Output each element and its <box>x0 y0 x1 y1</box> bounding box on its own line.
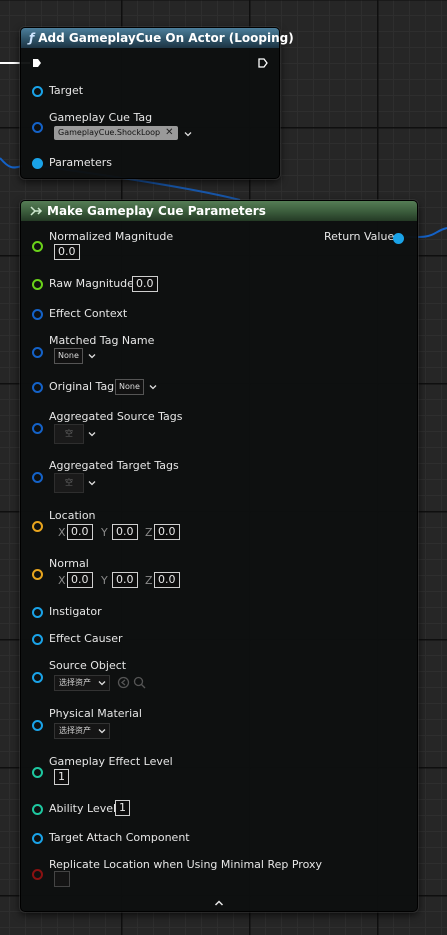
location-y-input[interactable]: 0.0 <box>112 524 138 540</box>
source-object-label: Source Object <box>49 659 127 672</box>
location-x-axis: X <box>58 526 66 539</box>
location-x-input[interactable]: 0.0 <box>67 524 93 540</box>
exec-out-icon[interactable] <box>258 58 268 68</box>
chevron-down-icon[interactable] <box>149 383 157 391</box>
replicate-location-label: Replicate Location when Using Minimal Re… <box>49 858 323 871</box>
chevron-down-icon[interactable] <box>98 679 106 687</box>
matched-tag-name-pin[interactable] <box>32 347 43 358</box>
chevron-down-icon[interactable] <box>88 479 96 487</box>
ability-level-label: Ability Level <box>49 802 117 815</box>
normalized-magnitude-label: Normalized Magnitude <box>49 230 174 243</box>
add-gameplaycue-node[interactable]: ƒ Add GameplayCue On Actor (Looping) Tar… <box>20 27 294 179</box>
effect-causer-label: Effect Causer <box>49 632 123 645</box>
effect-context-label: Effect Context <box>49 307 128 320</box>
gameplay-effect-level-pin[interactable] <box>32 767 43 778</box>
parameters-pin[interactable] <box>32 158 43 169</box>
normal-x-input[interactable]: 0.0 <box>67 572 93 588</box>
tag-text: GameplayCue.ShockLoop <box>58 128 161 137</box>
gameplay-cue-tag-label: Gameplay Cue Tag <box>49 111 153 124</box>
gameplay-cue-tag-value[interactable]: GameplayCue.ShockLoop ✕ <box>54 126 178 140</box>
gameplay-effect-level-input[interactable]: 1 <box>54 769 69 785</box>
location-label: Location <box>49 509 96 522</box>
location-pin[interactable] <box>32 521 43 532</box>
matched-tag-name-label: Matched Tag Name <box>49 334 155 347</box>
aggregated-source-tags-label: Aggregated Source Tags <box>49 410 183 423</box>
gameplay-effect-level-label: Gameplay Effect Level <box>49 755 173 768</box>
chevron-down-icon[interactable] <box>98 727 106 735</box>
source-object-pin[interactable] <box>32 672 43 683</box>
use-selected-icon[interactable] <box>117 676 130 689</box>
normal-z-input[interactable]: 0.0 <box>154 572 180 588</box>
normalized-magnitude-pin[interactable] <box>32 241 43 252</box>
node-title: Make Gameplay Cue Parameters <box>47 204 266 218</box>
node-header[interactable]: Make Gameplay Cue Parameters <box>21 201 417 221</box>
original-tag-label: Original Tag <box>49 380 115 393</box>
location-z-axis: Z <box>145 526 153 539</box>
node-title: Add GameplayCue On Actor (Looping) <box>38 31 294 45</box>
instigator-pin[interactable] <box>32 607 43 618</box>
location-y-axis: Y <box>101 526 108 539</box>
param-wire-in <box>0 157 23 169</box>
instigator-label: Instigator <box>49 605 102 618</box>
raw-magnitude-pin[interactable] <box>32 279 43 290</box>
physical-material-label: Physical Material <box>49 707 142 720</box>
normal-label: Normal <box>49 557 89 570</box>
physical-material-pin[interactable] <box>32 720 43 731</box>
target-attach-component-label: Target Attach Component <box>49 831 190 844</box>
chevron-down-icon[interactable] <box>88 430 96 438</box>
aggregated-target-tags-pin[interactable] <box>32 472 43 483</box>
target-pin[interactable] <box>32 86 43 97</box>
aggregated-source-tags-value[interactable]: 空 <box>54 424 84 444</box>
original-tag-combo[interactable]: None <box>115 379 144 395</box>
ability-level-pin[interactable] <box>32 804 43 815</box>
replicate-location-checkbox[interactable] <box>54 871 70 887</box>
aggregated-target-tags-label: Aggregated Target Tags <box>49 459 179 472</box>
normal-y-input[interactable]: 0.0 <box>112 572 138 588</box>
chevron-down-icon[interactable] <box>184 130 192 138</box>
aggregated-source-tags-pin[interactable] <box>32 423 43 434</box>
clear-tag-icon[interactable]: ✕ <box>165 127 173 138</box>
location-z-input[interactable]: 0.0 <box>154 524 180 540</box>
original-tag-pin[interactable] <box>32 382 43 393</box>
make-struct-icon <box>30 206 43 216</box>
effect-context-pin[interactable] <box>32 309 43 320</box>
exec-pin-icon[interactable] <box>32 58 42 68</box>
parameters-label: Parameters <box>49 156 112 169</box>
raw-magnitude-label: Raw Magnitude <box>49 277 134 290</box>
return-value-label: Return Value <box>324 230 395 243</box>
replicate-location-pin[interactable] <box>32 869 43 880</box>
search-icon[interactable] <box>133 676 146 689</box>
chevron-up-icon[interactable] <box>214 898 224 908</box>
return-value-pin[interactable] <box>393 233 404 244</box>
chevron-down-icon[interactable] <box>88 352 96 360</box>
make-gameplay-cue-params-node[interactable]: Make Gameplay Cue Parameters Return Valu… <box>20 200 418 912</box>
normal-x-axis: X <box>58 574 66 587</box>
node-header[interactable]: ƒ Add GameplayCue On Actor (Looping) <box>21 28 294 48</box>
gameplay-cue-tag-pin[interactable] <box>32 122 43 133</box>
aggregated-target-tags-value[interactable]: 空 <box>54 473 84 493</box>
normal-z-axis: Z <box>145 574 153 587</box>
normalized-magnitude-input[interactable]: 0.0 <box>54 244 80 260</box>
normal-y-axis: Y <box>101 574 108 587</box>
function-icon: ƒ <box>29 31 35 45</box>
normal-pin[interactable] <box>32 569 43 580</box>
effect-causer-pin[interactable] <box>32 634 43 645</box>
target-attach-component-pin[interactable] <box>32 833 43 844</box>
target-label: Target <box>49 84 84 97</box>
matched-tag-name-combo[interactable]: None <box>54 348 83 364</box>
ability-level-input[interactable]: 1 <box>115 800 130 816</box>
raw-magnitude-input[interactable]: 0.0 <box>132 276 158 292</box>
